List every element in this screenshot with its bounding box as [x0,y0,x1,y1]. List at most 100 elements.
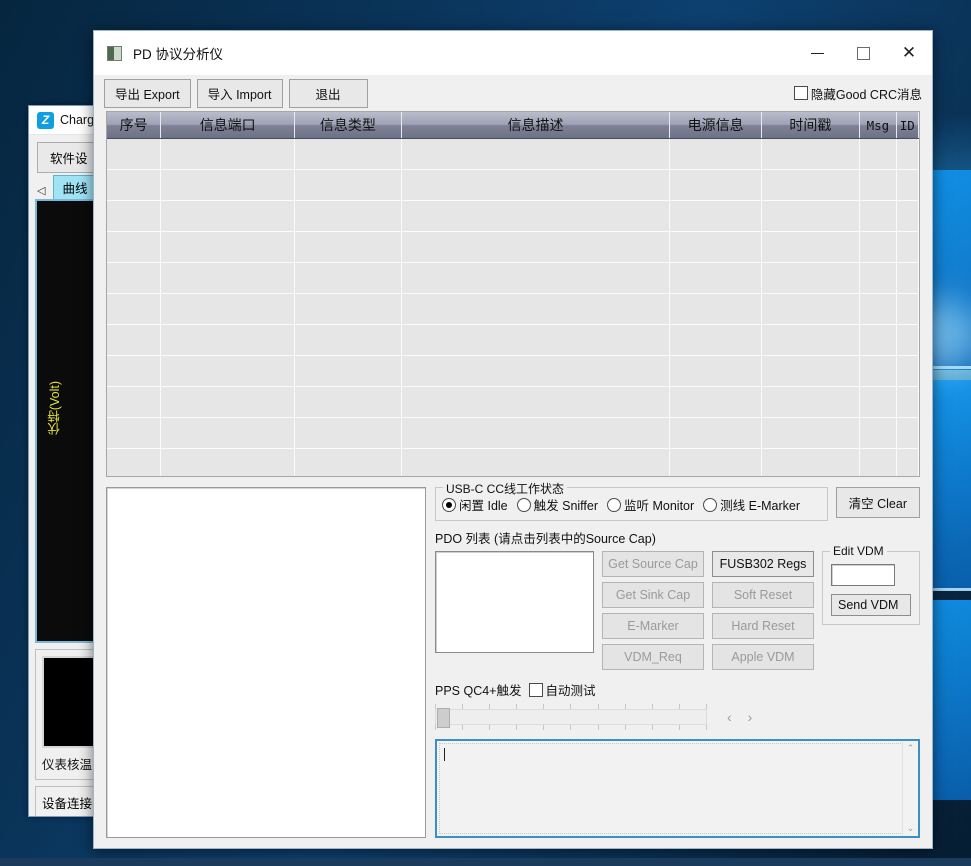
chargerlab-logo-icon: Z [37,112,54,129]
tab-scroll-left-icon[interactable]: ◁ [35,184,49,199]
next-button[interactable]: › [740,709,761,725]
table-cell [761,139,859,170]
table-cell [860,201,897,232]
cc-radio-label: 测线 E-Marker [720,495,800,514]
table-cell [670,263,761,294]
table-header-6[interactable]: Msg [860,112,897,139]
table-cell [295,449,402,478]
table-header-row: 序号信息端口信息类型信息描述电源信息时间戳MsgID [107,112,919,139]
checkbox-icon [529,683,543,697]
table-cell [401,232,670,263]
table-row[interactable] [107,418,919,449]
pps-slider-wrap[interactable] [435,704,707,730]
table-cell [860,387,897,418]
cc-radio-3[interactable]: 测线 E-Marker [703,495,800,514]
table-cell [401,387,670,418]
table-cell [860,232,897,263]
pd-analyzer-window[interactable]: PD 协议分析仪 ✕ 导出 Export 导入 Import 退出 隐藏Good… [93,30,933,849]
pps-label: PPS QC4+触发 [435,680,522,699]
pdo-listbox[interactable] [435,551,594,653]
table-cell [161,325,295,356]
app-icon [107,46,122,61]
table-cell [896,449,918,478]
table-row[interactable] [107,263,919,294]
dialog-titlebar[interactable]: PD 协议分析仪 ✕ [94,31,932,75]
slider-tick [516,725,517,730]
table-row[interactable] [107,170,919,201]
prev-button[interactable]: ‹ [719,709,740,725]
console-textarea[interactable]: ⌃ ⌄ [435,739,920,838]
scroll-up-icon[interactable]: ⌃ [907,741,915,756]
table-header-3[interactable]: 信息描述 [401,112,670,139]
maximize-button[interactable] [840,31,886,75]
minimize-button[interactable] [794,31,840,75]
cc-radio-label: 监听 Monitor [624,495,694,514]
table-row[interactable] [107,201,919,232]
table-cell [896,418,918,449]
pdo-action2-button-0[interactable]: FUSB302 Regs [712,551,814,577]
console-inner [439,743,903,834]
dialog-toolbar: 导出 Export 导入 Import 退出 隐藏Good CRC消息 [94,75,932,111]
slider-tick [625,725,626,730]
cc-radio-2[interactable]: 监听 Monitor [607,495,694,514]
cc-radio-0[interactable]: 闲置 Idle [442,495,508,514]
dialog-title: PD 协议分析仪 [133,43,794,63]
table-row[interactable] [107,139,919,170]
export-button[interactable]: 导出 Export [104,79,191,108]
clear-button[interactable]: 清空 Clear [836,487,920,518]
detail-pane[interactable] [106,487,426,838]
table-cell [860,325,897,356]
table-row[interactable] [107,356,919,387]
table-cell [761,325,859,356]
table-row[interactable] [107,325,919,356]
text-caret [444,748,445,761]
hide-good-crc-checkbox[interactable]: 隐藏Good CRC消息 [794,84,922,103]
table-cell [896,356,918,387]
table-header-7[interactable]: ID [896,112,918,139]
message-table-container[interactable]: 序号信息端口信息类型信息描述电源信息时间戳MsgID [106,111,920,477]
table-cell [107,356,161,387]
send-vdm-button[interactable]: Send VDM [831,594,911,616]
radio-icon [703,498,717,512]
table-header-2[interactable]: 信息类型 [295,112,402,139]
table-header-1[interactable]: 信息端口 [161,112,295,139]
table-cell [761,418,859,449]
table-row[interactable] [107,294,919,325]
table-cell [161,263,295,294]
table-cell [161,418,295,449]
table-header-0[interactable]: 序号 [107,112,161,139]
table-row[interactable] [107,387,919,418]
import-button[interactable]: 导入 Import [197,79,283,108]
table-cell [896,201,918,232]
scroll-down-icon[interactable]: ⌄ [907,821,915,836]
auto-test-checkbox[interactable]: 自动测试 [529,680,596,699]
software-settings-button[interactable]: 软件设 [37,142,101,173]
pps-slider[interactable] [435,709,707,725]
table-header-5[interactable]: 时间戳 [761,112,859,139]
console-scrollbar[interactable]: ⌃ ⌄ [902,741,918,836]
exit-button[interactable]: 退出 [289,79,368,108]
cc-radio-label: 闲置 Idle [459,495,508,514]
pdo-action-button-3: VDM_Req [602,644,704,670]
table-cell [860,294,897,325]
table-cell [670,449,761,478]
pdo-button-column-2: FUSB302 RegsSoft ResetHard ResetApple VD… [712,551,814,670]
table-row[interactable] [107,232,919,263]
taskbar[interactable] [0,858,971,866]
cc-radio-1[interactable]: 触发 Sniffer [517,495,598,514]
table-row[interactable] [107,449,919,478]
tab-curve[interactable]: 曲线 [53,175,96,199]
table-cell [401,294,670,325]
cc-status-radio-group: 闲置 Idle 触发 Sniffer 监听 Monitor 测线 E-Marker [442,495,821,514]
table-cell [107,387,161,418]
slider-thumb[interactable] [437,708,450,728]
table-cell [161,232,295,263]
table-cell [401,201,670,232]
vdm-input[interactable] [831,564,895,586]
table-header-4[interactable]: 电源信息 [670,112,761,139]
table-cell [295,170,402,201]
hide-good-crc-label: 隐藏Good CRC消息 [811,84,922,103]
table-cell [761,294,859,325]
table-cell [295,201,402,232]
close-button[interactable]: ✕ [886,31,932,75]
